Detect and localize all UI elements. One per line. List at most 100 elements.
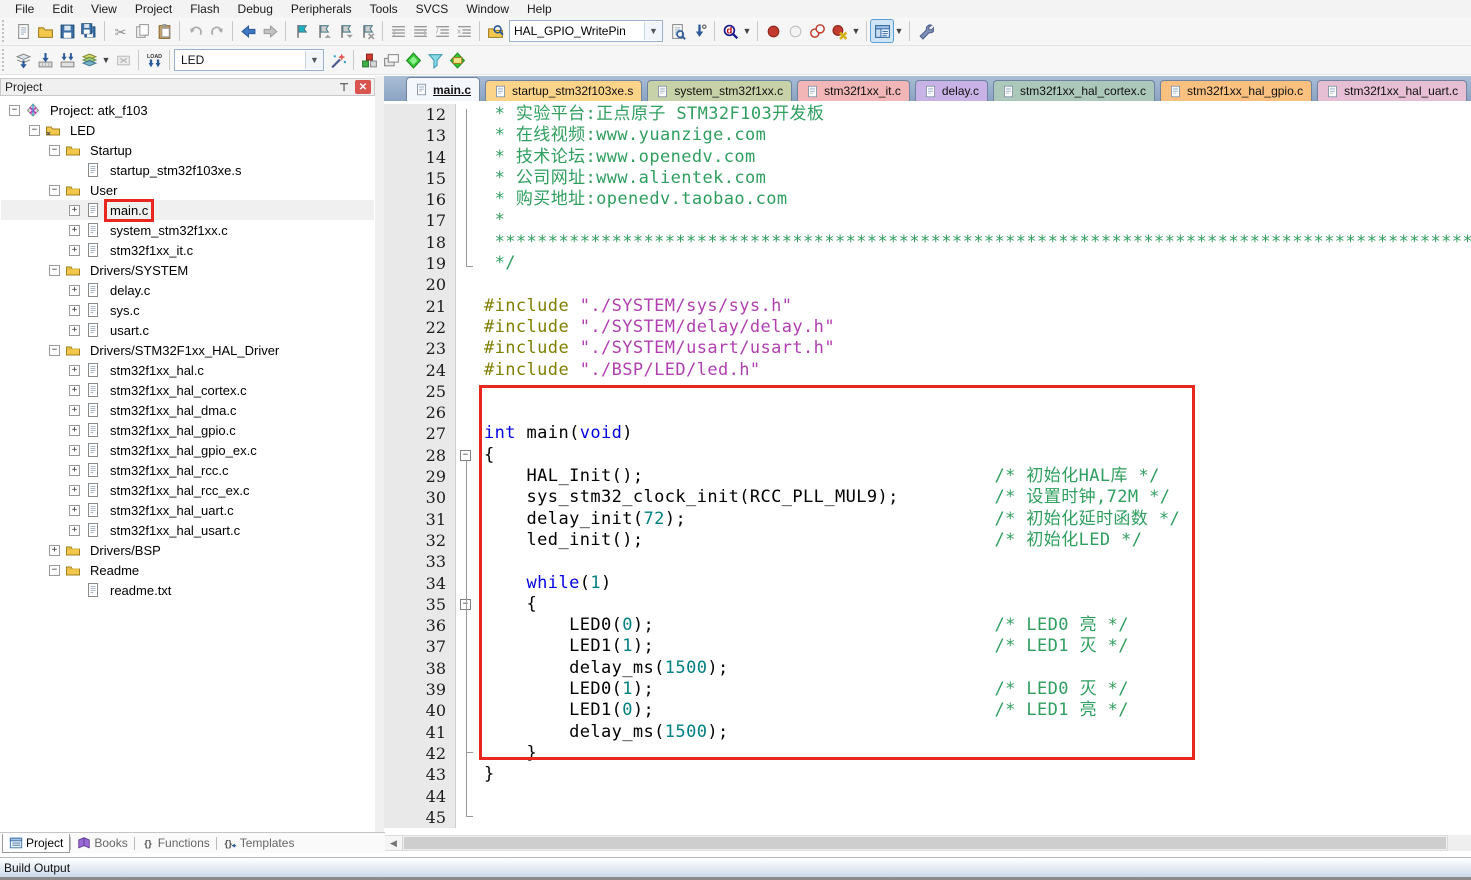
tree-item-stm32f1xx_hal_rcc_ex.c[interactable]: +stm32f1xx_hal_rcc_ex.c	[1, 480, 374, 500]
tree-item-delay.c[interactable]: +delay.c	[1, 280, 374, 300]
tree-item-startup_stm32f103xe.s[interactable]: startup_stm32f103xe.s	[1, 160, 374, 180]
undo-icon[interactable]	[184, 20, 206, 42]
menu-view[interactable]: View	[82, 2, 126, 16]
tree-expand-minus[interactable]: −	[29, 125, 40, 136]
search-input[interactable]	[510, 24, 644, 38]
tree-expand-plus[interactable]: +	[69, 405, 80, 416]
tree-expand-plus[interactable]: +	[69, 505, 80, 516]
panel-tab-project[interactable]: Project	[2, 834, 70, 853]
find-next-icon[interactable]	[688, 20, 710, 42]
tree-item-stm32f1xx_hal_usart.c[interactable]: +stm32f1xx_hal_usart.c	[1, 520, 374, 540]
tree-item-Project: atk_f103[interactable]: −Project: atk_f103	[1, 100, 374, 120]
open-folder-icon[interactable]	[34, 20, 56, 42]
tree-expand-minus[interactable]: −	[49, 565, 60, 576]
breakpoint-disable-icon[interactable]	[784, 20, 806, 42]
tree-expand-plus[interactable]: +	[69, 465, 80, 476]
breakpoint-icon[interactable]	[762, 20, 784, 42]
tree-item-Startup[interactable]: −Startup	[1, 140, 374, 160]
tree-expand-plus[interactable]: +	[69, 385, 80, 396]
bookmark-prev-icon[interactable]	[312, 20, 334, 42]
tree-item-Drivers/BSP[interactable]: +Drivers/BSP	[1, 540, 374, 560]
target-dropdown-arrow[interactable]: ▼	[305, 51, 323, 69]
pack-installer-icon[interactable]	[446, 49, 468, 71]
indent-icon[interactable]	[387, 20, 409, 42]
bookmark-clear-icon[interactable]	[356, 20, 378, 42]
find-in-files-icon[interactable]	[484, 20, 506, 42]
panel-tab-books[interactable]: Books	[71, 834, 133, 852]
tree-item-usart.c[interactable]: +usart.c	[1, 320, 374, 340]
dropdown-arrow-icon[interactable]: ▼	[741, 21, 753, 41]
menu-svcs[interactable]: SVCS	[407, 2, 458, 16]
tree-expand-plus[interactable]: +	[69, 285, 80, 296]
editor-horizontal-scrollbar[interactable]: ◀	[384, 835, 1448, 851]
tree-item-stm32f1xx_hal_rcc.c[interactable]: +stm32f1xx_hal_rcc.c	[1, 460, 374, 480]
tree-expand-minus[interactable]: −	[49, 345, 60, 356]
redo-icon[interactable]	[206, 20, 228, 42]
toolbar-grip[interactable]	[2, 20, 10, 42]
tree-item-readme.txt[interactable]: readme.txt	[1, 580, 374, 600]
tree-expand-plus[interactable]: +	[69, 305, 80, 316]
tree-item-sys.c[interactable]: +sys.c	[1, 300, 374, 320]
search-dropdown-arrow[interactable]: ▼	[644, 22, 662, 40]
menu-flash[interactable]: Flash	[181, 2, 228, 16]
menu-help[interactable]: Help	[518, 2, 561, 16]
menu-debug[interactable]: Debug	[229, 2, 282, 16]
debug-session-icon[interactable]: d	[719, 20, 741, 42]
tree-expand-plus[interactable]: +	[69, 245, 80, 256]
save-icon[interactable]	[56, 20, 78, 42]
tree-item-stm32f1xx_hal.c[interactable]: +stm32f1xx_hal.c	[1, 360, 374, 380]
find-doc-icon[interactable]	[666, 20, 688, 42]
tree-item-stm32f1xx_hal_dma.c[interactable]: +stm32f1xx_hal_dma.c	[1, 400, 374, 420]
tree-expand-plus[interactable]: +	[69, 365, 80, 376]
dropdown-arrow-icon[interactable]: ▼	[893, 21, 905, 41]
editor-tab-stm32f1xx_it.c[interactable]: stm32f1xx_it.c	[797, 80, 910, 101]
editor-tab-delay.c[interactable]: delay.c	[915, 80, 988, 101]
editor-tab-system_stm32f1xx.c[interactable]: system_stm32f1xx.c	[647, 80, 792, 101]
menu-peripherals[interactable]: Peripherals	[282, 2, 361, 16]
panel-tab-functions[interactable]: {}Functions	[135, 834, 216, 852]
load-icon[interactable]: LOAD	[143, 49, 165, 71]
tree-item-Drivers/SYSTEM[interactable]: −Drivers/SYSTEM	[1, 260, 374, 280]
tree-item-stm32f1xx_hal_gpio_ex.c[interactable]: +stm32f1xx_hal_gpio_ex.c	[1, 440, 374, 460]
menu-window[interactable]: Window	[457, 2, 518, 16]
bookmark-next-icon[interactable]	[334, 20, 356, 42]
code-editor[interactable]: 12 * 实验平台:正点原子 STM32F103开发板13 * 在线视频:www…	[384, 101, 1471, 835]
editor-tab-main.c[interactable]: main.c	[406, 77, 480, 101]
tree-item-stm32f1xx_hal_uart.c[interactable]: +stm32f1xx_hal_uart.c	[1, 500, 374, 520]
toolbar-grip[interactable]	[2, 49, 10, 71]
tree-item-stm32f1xx_hal_cortex.c[interactable]: +stm32f1xx_hal_cortex.c	[1, 380, 374, 400]
outdent-icon[interactable]	[409, 20, 431, 42]
tree-expand-plus[interactable]: +	[69, 485, 80, 496]
panel-splitter[interactable]	[375, 76, 384, 832]
tree-expand-plus[interactable]: +	[69, 205, 80, 216]
build-icon[interactable]	[34, 49, 56, 71]
rebuild-icon[interactable]	[56, 49, 78, 71]
tree-expand-plus[interactable]: +	[69, 225, 80, 236]
paste-icon[interactable]	[153, 20, 175, 42]
translate-icon[interactable]	[12, 49, 34, 71]
breakpoint-kill-all-icon[interactable]	[828, 20, 850, 42]
forward-arrow-icon[interactable]	[259, 20, 281, 42]
build-output-bar[interactable]: Build Output	[0, 857, 1471, 877]
back-arrow-icon[interactable]	[237, 20, 259, 42]
pin-icon[interactable]: ⊤	[336, 80, 352, 94]
copy-icon[interactable]	[131, 20, 153, 42]
tree-item-Readme[interactable]: −Readme	[1, 560, 374, 580]
tree-item-stm32f1xx_hal_gpio.c[interactable]: +stm32f1xx_hal_gpio.c	[1, 420, 374, 440]
tree-expand-plus[interactable]: +	[69, 325, 80, 336]
menu-edit[interactable]: Edit	[43, 2, 82, 16]
scroll-left-arrow-icon[interactable]: ◀	[385, 836, 403, 850]
batch-build-icon[interactable]	[78, 49, 100, 71]
stop-build-icon[interactable]	[112, 49, 134, 71]
flip-windows-icon[interactable]	[380, 49, 402, 71]
tree-expand-minus[interactable]: −	[49, 145, 60, 156]
tree-item-Drivers/STM32F1xx_HAL_Driver[interactable]: −Drivers/STM32F1xx_HAL_Driver	[1, 340, 374, 360]
tree-item-stm32f1xx_it.c[interactable]: +stm32f1xx_it.c	[1, 240, 374, 260]
tree-item-User[interactable]: −User	[1, 180, 374, 200]
close-icon[interactable]: ✕	[355, 80, 371, 94]
options-wand-icon[interactable]	[327, 49, 349, 71]
manage-rte-icon[interactable]	[402, 49, 424, 71]
components-icon[interactable]	[358, 49, 380, 71]
menu-tools[interactable]: Tools	[361, 2, 407, 16]
menu-project[interactable]: Project	[126, 2, 181, 16]
